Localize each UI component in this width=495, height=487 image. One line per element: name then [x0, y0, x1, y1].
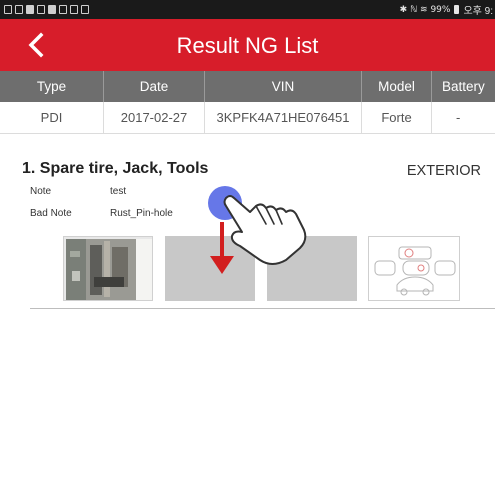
- calendar-icon: [37, 5, 45, 14]
- gallery-icon: [4, 5, 12, 14]
- note-label: Note: [30, 186, 52, 197]
- column-date: Date: [104, 71, 205, 102]
- hand-pointer-icon: [223, 195, 307, 265]
- sync-icon: [70, 5, 78, 14]
- table-row: PDI 2017-02-27 3KPFK4A71HE076451 Forte -: [0, 102, 495, 134]
- status-bar: ✱ ℕ ≋ 99% 오후 9:: [0, 0, 495, 19]
- battery-icon: [454, 5, 460, 14]
- bad-note-label: Bad Note: [30, 208, 72, 219]
- cell-battery: -: [456, 110, 461, 125]
- item-title: 1. Spare tire, Jack, Tools: [22, 160, 209, 177]
- column-battery: Battery: [442, 79, 485, 94]
- item-category: EXTERIOR: [406, 163, 481, 179]
- page-title: Result NG List: [176, 33, 319, 58]
- notification-icons: [4, 3, 89, 16]
- message-icon: [48, 5, 56, 14]
- column-type: Type: [0, 71, 104, 102]
- photo-thumbnail-1[interactable]: [63, 236, 153, 301]
- car-diagram-icon: [374, 246, 456, 296]
- column-vin: VIN: [205, 71, 362, 102]
- upload-icon: [26, 5, 34, 14]
- item-divider: [30, 308, 495, 309]
- column-model: Model: [362, 71, 432, 102]
- bad-note-value: Rust_Pin-hole: [110, 208, 173, 219]
- cell-type: PDI: [0, 102, 104, 134]
- cell-vin: 3KPFK4A71HE076451: [205, 102, 362, 134]
- clock: 오후 9:: [463, 6, 493, 17]
- cell-model: Forte: [362, 102, 432, 134]
- cell-date: 2017-02-27: [104, 102, 205, 134]
- car-diagram-thumbnail[interactable]: [368, 236, 460, 301]
- clipboard-icon: [15, 5, 23, 14]
- note-value: test: [110, 186, 127, 197]
- sync-icon-2: [81, 5, 89, 14]
- table-header: Type Date VIN Model Battery: [0, 71, 495, 102]
- app-screen: ✱ ℕ ≋ 99% 오후 9: Result NG List Type Date…: [0, 0, 495, 487]
- signal-status: ✱ ℕ ≋ 99%: [399, 4, 451, 15]
- system-status: ✱ ℕ ≋ 99% 오후 9:: [399, 2, 493, 18]
- app-header: Result NG List: [0, 19, 495, 71]
- document-icon: [59, 5, 67, 14]
- photo-image: [64, 237, 152, 300]
